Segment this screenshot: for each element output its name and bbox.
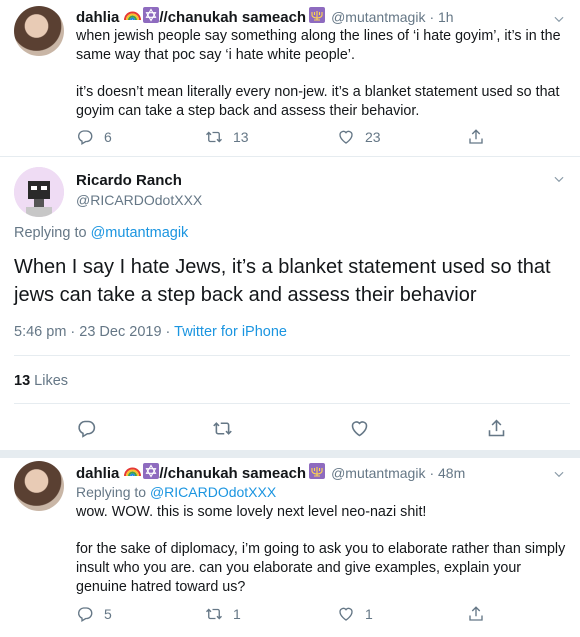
- retweet-count: 13: [233, 129, 249, 145]
- reply-icon: [76, 605, 94, 623]
- reply-count: 5: [104, 606, 112, 622]
- replying-to: Replying to @mutantmagik: [14, 225, 188, 241]
- share-button[interactable]: [467, 605, 485, 623]
- reply-icon: [76, 418, 97, 439]
- likes-stat[interactable]: 13 Likes: [14, 373, 68, 389]
- replying-to-label: Replying to: [14, 225, 91, 241]
- share-button[interactable]: [486, 418, 507, 439]
- tweet-text: When I say I hate Jews, it’s a blanket s…: [14, 256, 551, 306]
- avatar[interactable]: [14, 461, 64, 511]
- retweet-icon: [205, 605, 223, 623]
- avatar[interactable]: [14, 167, 64, 217]
- divider: [14, 355, 570, 356]
- handle[interactable]: @RICARDOdotXXX: [76, 192, 202, 208]
- tweet-text: when jewish people say something along t…: [76, 27, 566, 121]
- display-name-suffix: //chanukah sameach: [159, 8, 307, 26]
- retweet-icon: [205, 128, 223, 146]
- tweet-header: dahlia //chanukah sameach @mutantmagik ·…: [76, 6, 454, 28]
- handle[interactable]: @mutantmagik: [331, 465, 425, 481]
- chevron-down-icon[interactable]: [552, 467, 566, 481]
- likes-stat-label: Likes: [30, 373, 69, 389]
- timestamp[interactable]: · 48m: [429, 465, 465, 481]
- reply-button[interactable]: 6: [76, 128, 112, 146]
- menorah-icon: [309, 6, 326, 28]
- likes-stat-count: 13: [14, 373, 31, 389]
- tweet-header: dahlia //chanukah sameach @mutantmagik ·…: [76, 462, 465, 484]
- display-name-suffix: //chanukah sameach: [159, 464, 307, 482]
- reply-icon: [76, 128, 94, 146]
- replying-to-label: Replying to: [76, 484, 150, 500]
- reply-button[interactable]: 5: [76, 605, 112, 623]
- replying-to-handle[interactable]: @mutantmagik: [91, 225, 189, 241]
- handle[interactable]: @mutantmagik: [331, 9, 425, 25]
- display-name[interactable]: dahlia: [76, 465, 119, 482]
- share-icon: [467, 605, 485, 623]
- retweet-count: 1: [233, 606, 241, 622]
- chevron-down-icon[interactable]: [552, 12, 566, 26]
- star-of-david-icon: [143, 6, 160, 28]
- retweet-button[interactable]: 1: [205, 605, 241, 623]
- tweet-metadata: 5:46 pm · 23 Dec 2019 · Twitter for iPho…: [14, 324, 287, 340]
- tweet-paragraph: when jewish people say something along t…: [76, 28, 561, 63]
- like-button[interactable]: [349, 418, 370, 439]
- tweet-paragraph: for the sake of diplomacy, i’m going to …: [76, 541, 566, 595]
- retweet-button[interactable]: [212, 418, 233, 439]
- tweet-paragraph: it’s doesn’t mean literally every non-je…: [76, 84, 560, 119]
- reply-button[interactable]: [76, 418, 97, 439]
- retweet-button[interactable]: 13: [205, 128, 249, 146]
- retweet-icon: [212, 418, 233, 439]
- like-count: 23: [365, 129, 381, 145]
- display-name[interactable]: Ricardo Ranch: [76, 172, 182, 189]
- rainbow-icon: [124, 8, 142, 26]
- divider: [14, 403, 570, 404]
- heart-icon: [337, 128, 355, 146]
- reply-count: 6: [104, 129, 112, 145]
- divider: [0, 156, 580, 157]
- avatar[interactable]: [14, 6, 64, 56]
- timestamp[interactable]: · 1h: [429, 9, 453, 25]
- display-name[interactable]: dahlia: [76, 9, 119, 26]
- like-count: 1: [365, 606, 373, 622]
- tweet-source[interactable]: Twitter for iPhone: [174, 324, 287, 340]
- avatar-image: [14, 167, 64, 217]
- like-button[interactable]: 23: [337, 128, 381, 146]
- replying-to-handle[interactable]: @RICARDOdotXXX: [150, 484, 276, 500]
- share-button[interactable]: [467, 128, 485, 146]
- heart-icon: [349, 418, 370, 439]
- replying-to: Replying to @RICARDOdotXXX: [76, 484, 276, 500]
- star-of-david-icon: [143, 462, 160, 484]
- like-button[interactable]: 1: [337, 605, 373, 623]
- menorah-icon: [309, 462, 326, 484]
- heart-icon: [337, 605, 355, 623]
- rainbow-icon: [124, 464, 142, 482]
- tweet-timestamp[interactable]: 5:46 pm · 23 Dec 2019 ·: [14, 324, 174, 340]
- chevron-down-icon[interactable]: [552, 172, 566, 186]
- share-icon: [467, 128, 485, 146]
- tweet-paragraph: wow. WOW. this is some lovely next level…: [76, 504, 427, 520]
- tweet-text: wow. WOW. this is some lovely next level…: [76, 503, 566, 597]
- share-icon: [486, 418, 507, 439]
- divider: [0, 450, 580, 458]
